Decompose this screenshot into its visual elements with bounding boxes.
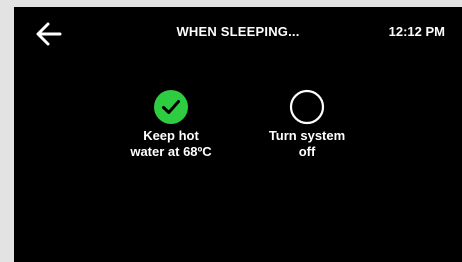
- option-label: Keep hot water at 68ºC: [130, 128, 212, 159]
- clock: 12:12 PM: [388, 24, 445, 39]
- check-circle-icon: [154, 90, 188, 124]
- option-keep-hot-water[interactable]: Keep hot water at 68ºC: [101, 89, 241, 160]
- empty-circle-icon: [289, 89, 325, 125]
- option-label: Turn system off: [268, 128, 346, 159]
- option-turn-system-off[interactable]: Turn system off: [237, 89, 377, 160]
- screen: WHEN SLEEPING... 12:12 PM Keep hot water…: [14, 7, 462, 262]
